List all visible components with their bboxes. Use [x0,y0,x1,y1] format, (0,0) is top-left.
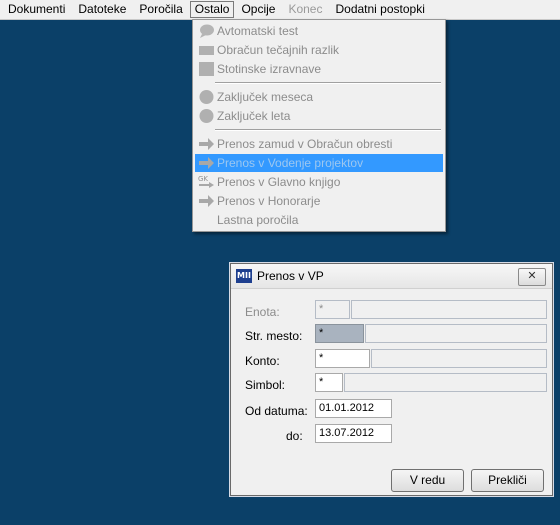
menu-separator [215,82,441,84]
arrow-right-icon [199,157,214,169]
grid-icon [199,46,214,55]
menu-item-prenos-v-vodenje-projektov[interactable]: Prenos v Vodenje projektov [195,154,443,172]
menu-bar: Dokumenti Datoteke Poročila Ostalo Opcij… [0,0,560,20]
menu-konec[interactable]: Konec [282,1,328,18]
prenos-v-vp-dialog: MII Prenos v VP ✕ Enota: * Str. mesto: *… [230,263,553,496]
od-datuma-label: Od datuma: [245,404,308,418]
od-datuma-input[interactable]: 01.01.2012 [315,399,392,418]
menu-item-label: Prenos v Glavno knjigo [217,175,341,189]
menu-datoteke[interactable]: Datoteke [72,1,132,18]
menu-item-prenos-v-glavno-knjigo[interactable]: GK Prenos v Glavno knjigo [195,173,443,191]
ok-button[interactable]: V redu [391,469,464,492]
enota-label: Enota: [245,305,280,319]
konto-input[interactable]: * [315,349,370,368]
menu-item-zakljucek-leta[interactable]: Zaključek leta [195,107,443,125]
menu-dodatni-postopki[interactable]: Dodatni postopki [329,1,430,18]
grid-icon [199,62,214,76]
menu-dokumenti[interactable]: Dokumenti [2,1,71,18]
menu-item-prenos-v-honorarje[interactable]: Prenos v Honorarje [195,192,443,210]
calendar-icon [199,90,214,104]
do-datuma-input[interactable]: 13.07.2012 [315,424,392,443]
menu-item-avtomatski-test[interactable]: Avtomatski test [195,22,443,40]
menu-item-label: Prenos zamud v Obračun obresti [217,137,393,151]
enota-description [351,300,547,319]
enota-input[interactable]: * [315,300,350,319]
menu-separator [215,129,441,131]
arrow-right-icon [199,138,214,150]
cancel-button[interactable]: Prekliči [471,469,544,492]
ok-arrow-icon: GK [198,175,214,188]
menu-item-obracun-tecajnih-razlik[interactable]: Obračun tečajnih razlik [195,41,443,59]
menu-item-label: Zaključek meseca [217,90,314,104]
simbol-description [344,373,547,392]
str-mesto-label: Str. mesto: [245,329,303,343]
menu-item-stotinske-izravnave[interactable]: Stotinske izravnave [195,60,443,78]
menu-item-zakljucek-meseca[interactable]: Zaključek meseca [195,88,443,106]
calendar-icon [199,109,214,123]
simbol-input[interactable]: * [315,373,343,392]
menu-item-label: Prenos v Vodenje projektov [217,156,364,170]
dialog-title: Prenos v VP [257,269,324,283]
menu-item-prenos-zamud[interactable]: Prenos zamud v Obračun obresti [195,135,443,153]
menu-item-label: Prenos v Honorarje [217,194,321,208]
svg-text:GK: GK [198,175,208,183]
str-mesto-input[interactable]: * [315,324,364,343]
konto-label: Konto: [245,354,280,368]
konto-description [371,349,547,368]
menu-item-label: Lastna poročila [217,213,299,227]
str-mesto-description [365,324,547,343]
speech-bubble-icon [200,24,214,38]
menu-item-label: Zaključek leta [217,109,291,123]
simbol-label: Simbol: [245,378,286,392]
arrow-right-icon [199,195,214,207]
do-label: do: [286,429,303,443]
app-logo-icon: MII [236,269,252,283]
ostalo-dropdown-menu: Avtomatski test Obračun tečajnih razlik … [192,19,446,232]
menu-opcije[interactable]: Opcije [235,1,281,18]
menu-item-label: Avtomatski test [217,24,299,38]
dialog-titlebar[interactable]: MII Prenos v VP ✕ [231,264,552,289]
close-button[interactable]: ✕ [518,268,546,286]
menu-item-label: Stotinske izravnave [217,62,322,76]
menu-ostalo[interactable]: Ostalo [189,1,235,18]
menu-item-label: Obračun tečajnih razlik [217,43,340,57]
menu-item-lastna-porocila[interactable]: Lastna poročila [195,211,443,229]
menu-porocila[interactable]: Poročila [133,1,188,18]
